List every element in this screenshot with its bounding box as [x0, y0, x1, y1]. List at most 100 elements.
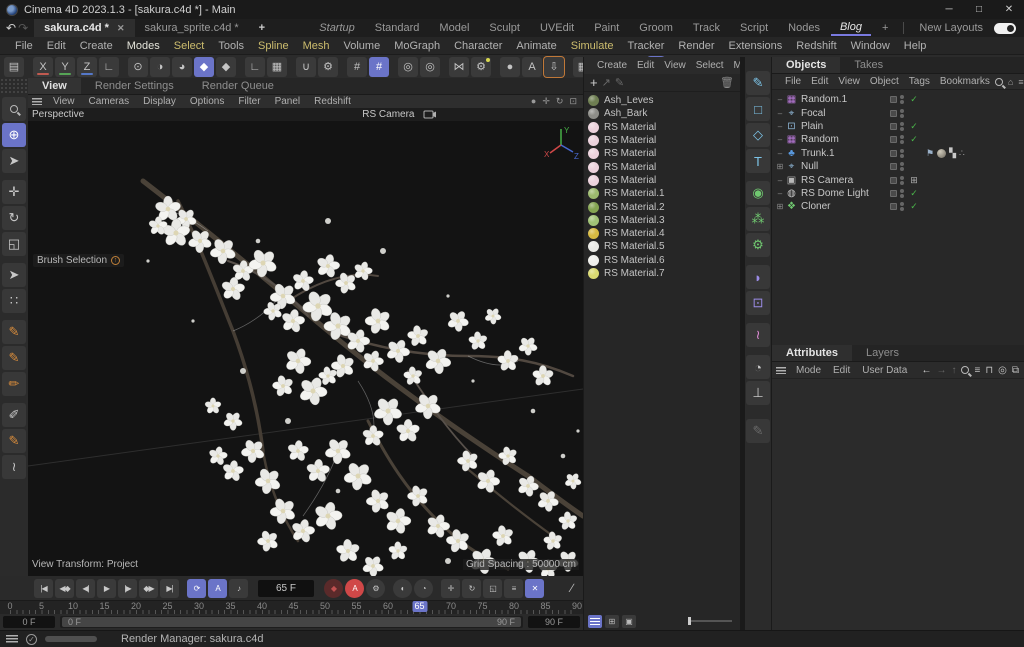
multi-move-tool[interactable]: ∷: [2, 289, 26, 313]
material-item[interactable]: Ash_Bark: [584, 107, 740, 120]
menu-extensions[interactable]: Extensions: [721, 40, 789, 52]
lock-x-axis[interactable]: X: [33, 57, 53, 77]
model-mode[interactable]: ◆: [194, 57, 214, 77]
visibility-dots[interactable]: [900, 162, 904, 171]
object-row[interactable]: ⊞⌖Null: [772, 160, 1024, 173]
attribute-filter-icon[interactable]: ≡: [974, 365, 980, 376]
object-row[interactable]: –⌖Focal: [772, 106, 1024, 119]
timeline-playhead[interactable]: 65: [412, 601, 427, 612]
asset-browser-icon[interactable]: ▤: [4, 57, 24, 77]
close-tab-icon[interactable]: ✕: [117, 23, 125, 34]
object-row[interactable]: –⊡Plain✓: [772, 120, 1024, 133]
material-item[interactable]: RS Material.4: [584, 227, 740, 240]
camera-name-label[interactable]: RS Camera: [362, 109, 414, 120]
add-layout-button[interactable]: +: [873, 21, 897, 35]
viewport-menu-redshift[interactable]: Redshift: [307, 96, 358, 107]
redo-icon[interactable]: ↷: [18, 21, 28, 35]
modeling-axis[interactable]: ◎: [398, 57, 418, 77]
viewport-shade-icon[interactable]: ●: [531, 96, 536, 107]
new-layouts-button[interactable]: New Layouts: [910, 21, 992, 35]
object-filter-icon[interactable]: ≡: [1018, 77, 1023, 87]
viewport-menu-cameras[interactable]: Cameras: [82, 96, 137, 107]
object-row[interactable]: –♣Trunk.1⚑▚∴: [772, 147, 1024, 160]
document-tab[interactable]: sakura_sprite.c4d *: [135, 19, 249, 37]
menu-mograph[interactable]: MoGraph: [387, 40, 447, 52]
material-item[interactable]: RS Material: [584, 174, 740, 187]
object-row[interactable]: –▣RS Camera⊞: [772, 173, 1024, 186]
object-search-icon[interactable]: [995, 78, 1003, 86]
layout-toggle[interactable]: [994, 23, 1016, 34]
goto-end-button[interactable]: ▶|: [160, 579, 179, 598]
attribute-lock-icon[interactable]: ⊓: [985, 365, 993, 376]
material-trash-icon[interactable]: 🗑︎: [720, 76, 734, 89]
pen-dashed-tool[interactable]: ✎: [2, 429, 26, 453]
tab-objects[interactable]: Objects: [772, 57, 840, 73]
coordinate-system-icon[interactable]: ∟: [99, 57, 119, 77]
material-menu-create[interactable]: Create: [592, 60, 632, 71]
object-name[interactable]: Trunk.1: [798, 148, 890, 159]
visibility-dots[interactable]: [900, 202, 904, 211]
tweak-tool[interactable]: ➤: [2, 149, 26, 173]
deformer-icon[interactable]: ≀: [746, 323, 770, 347]
lock-z-axis[interactable]: Z: [77, 57, 97, 77]
phong-tag-icon[interactable]: ▚: [949, 148, 956, 159]
menu-volume[interactable]: Volume: [337, 40, 388, 52]
object-name[interactable]: Plain: [798, 121, 890, 132]
attribute-target-icon[interactable]: ◎: [998, 365, 1007, 376]
visibility-dots[interactable]: [900, 109, 904, 118]
effector-icon[interactable]: ⚙: [746, 233, 770, 257]
viewport-menu-filter[interactable]: Filter: [231, 96, 267, 107]
layout-tab-nodes[interactable]: Nodes: [779, 21, 829, 35]
layer-toggle[interactable]: [890, 96, 897, 103]
menu-spline[interactable]: Spline: [251, 40, 296, 52]
next-key-button[interactable]: ◆▶: [139, 579, 158, 598]
timeline-ruler[interactable]: 051015202530354045505560657075808590 65: [0, 600, 583, 614]
viewport-maximize-icon[interactable]: ⊡: [569, 96, 577, 107]
key-point-level-button[interactable]: ✕: [525, 579, 544, 598]
close-button[interactable]: ✕: [994, 0, 1024, 19]
key-scale-button[interactable]: ◱: [483, 579, 502, 598]
field-icon[interactable]: ⊡: [746, 291, 770, 315]
grid-toggle[interactable]: #: [347, 57, 367, 77]
spline-smooth-tool[interactable]: ✎: [2, 320, 26, 344]
visibility-dots[interactable]: [900, 135, 904, 144]
snap-settings[interactable]: ⚙: [318, 57, 338, 77]
cube-primitive-icon[interactable]: ◇: [746, 123, 770, 147]
status-hamburger-icon[interactable]: [6, 635, 18, 643]
layout-tab-paint[interactable]: Paint: [585, 21, 628, 35]
points-mode[interactable]: ⊙: [128, 57, 148, 77]
menu-help[interactable]: Help: [897, 40, 934, 52]
attribute-external-icon[interactable]: ⧉: [1012, 365, 1019, 376]
key-position-button[interactable]: ✛: [441, 579, 460, 598]
object-name[interactable]: Random.1: [798, 94, 890, 105]
spline-pen-icon[interactable]: ✎: [746, 71, 770, 95]
render-all-materials[interactable]: A: [522, 57, 542, 77]
rectangle-spline-icon[interactable]: □: [746, 97, 770, 121]
panel-tab-render-queue[interactable]: Render Queue: [188, 78, 288, 94]
menu-mesh[interactable]: Mesh: [296, 40, 337, 52]
material-item[interactable]: RS Material.7: [584, 267, 740, 280]
lock-y-axis[interactable]: Y: [55, 57, 75, 77]
history-back-icon[interactable]: ←: [921, 365, 931, 376]
fcurve-icon[interactable]: ∕: [571, 581, 573, 595]
expand-icon[interactable]: ⊞: [775, 162, 785, 171]
symmetry-settings[interactable]: ⚙: [471, 57, 491, 77]
visibility-dots[interactable]: [900, 122, 904, 131]
range-end-field[interactable]: 90 F: [528, 616, 580, 628]
viewport-rotate-icon[interactable]: ↻: [556, 96, 564, 107]
material-item[interactable]: RS Material: [584, 147, 740, 160]
scale-tool[interactable]: ◱: [2, 232, 26, 256]
large-icon-view-icon[interactable]: ▣: [622, 615, 636, 628]
brush-tool[interactable]: ✐: [2, 403, 26, 427]
layout-tab-groom[interactable]: Groom: [630, 21, 682, 35]
modeling-settings[interactable]: ◎: [420, 57, 440, 77]
enable-axis[interactable]: ∟: [245, 57, 265, 77]
preview-range-bar[interactable]: 0 F 90 F: [60, 616, 523, 628]
enable-check-icon[interactable]: ✓: [908, 134, 920, 145]
layer-toggle[interactable]: [890, 150, 897, 157]
material-eyedropper-icon[interactable]: ✎: [615, 76, 624, 89]
object-row[interactable]: –▦Random✓: [772, 133, 1024, 146]
zoom-tool-icon[interactable]: [2, 97, 26, 121]
menu-render[interactable]: Render: [671, 40, 721, 52]
visibility-dots[interactable]: [900, 95, 904, 104]
